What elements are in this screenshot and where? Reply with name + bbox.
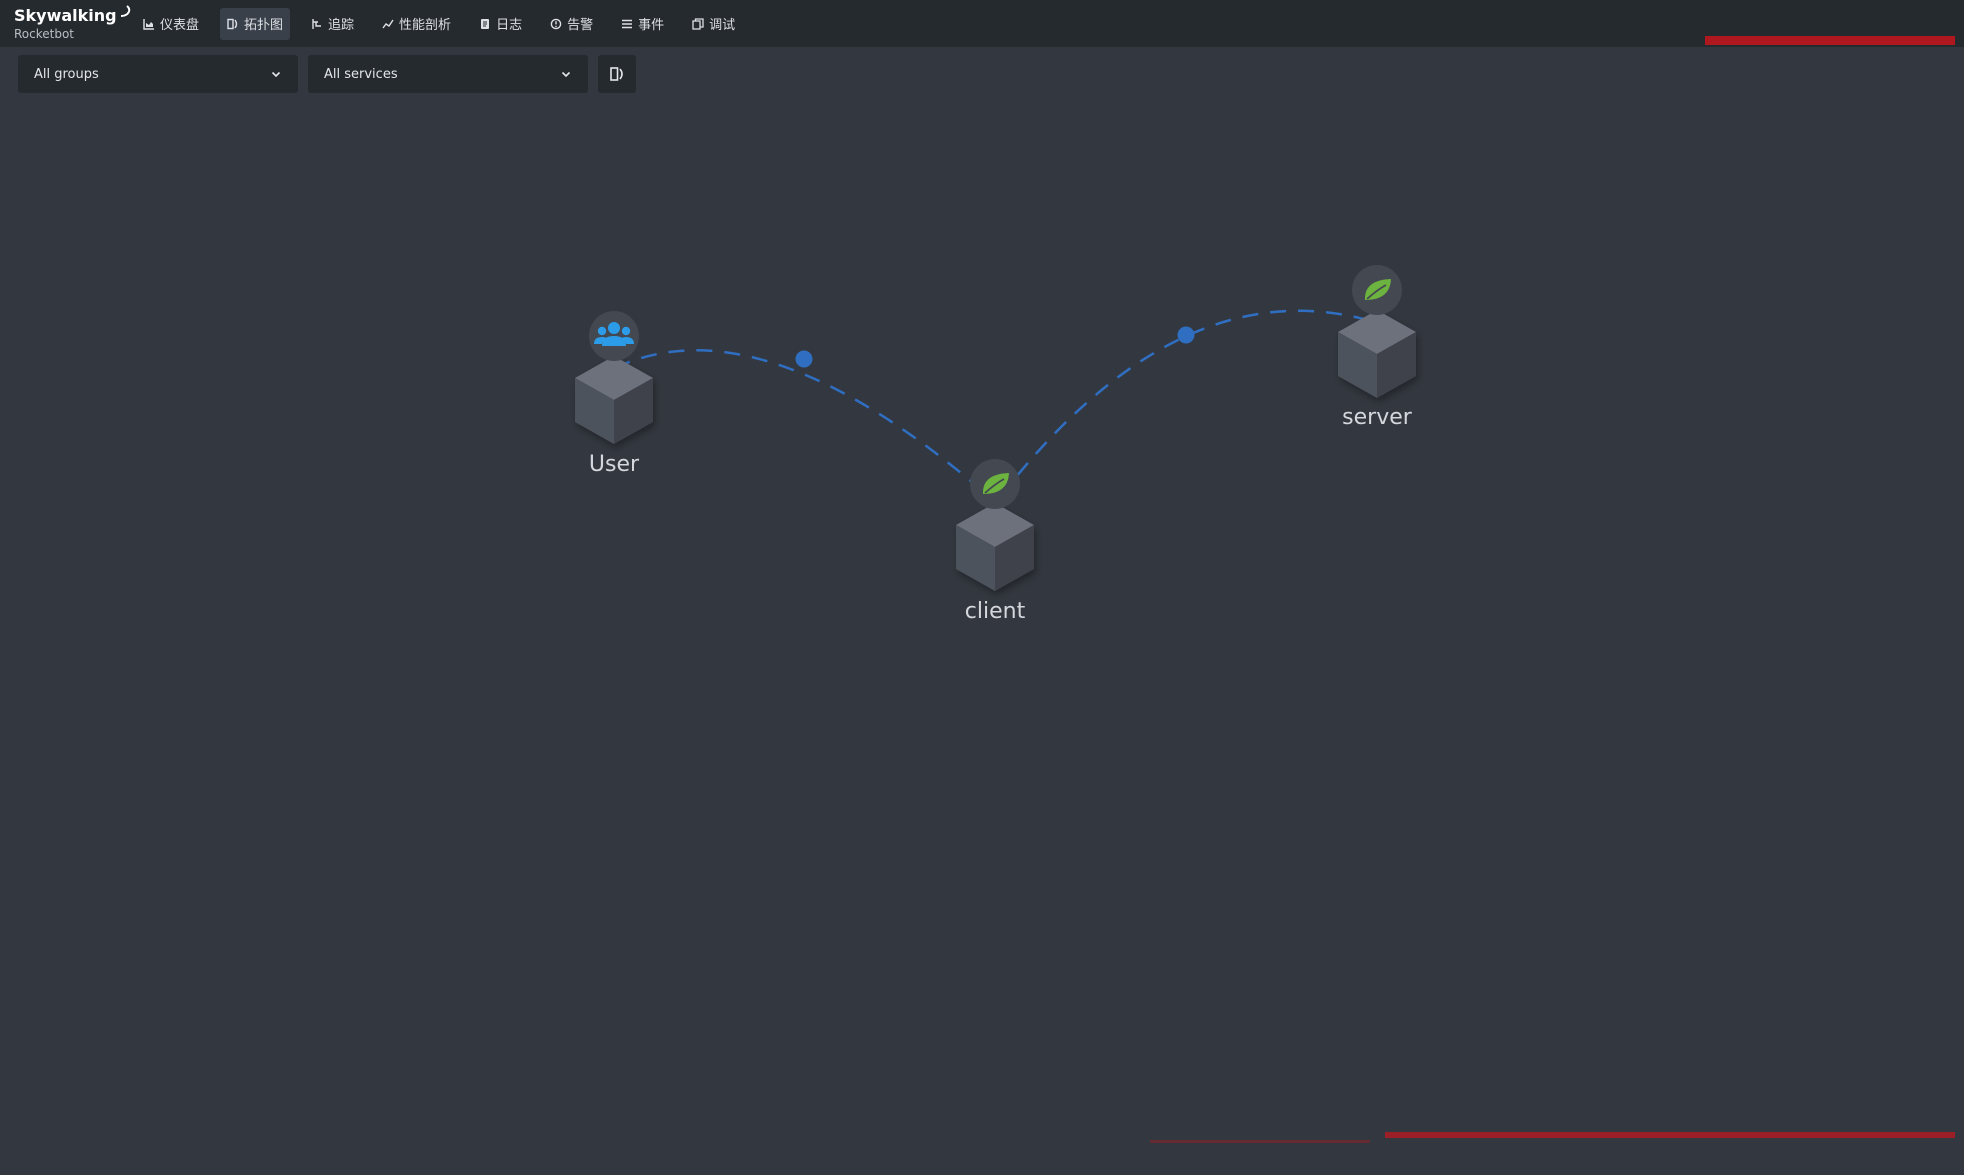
node-server[interactable] bbox=[1338, 310, 1416, 398]
watermark-bottom-2 bbox=[1150, 1140, 1370, 1143]
link-user-client-marker[interactable] bbox=[795, 350, 813, 368]
link-client-server-marker[interactable] bbox=[1177, 326, 1195, 344]
node-client-label: client bbox=[965, 599, 1026, 624]
topology-canvas[interactable]: User client server bbox=[0, 0, 1964, 1175]
node-client[interactable] bbox=[956, 503, 1034, 591]
node-server-label: server bbox=[1342, 405, 1413, 430]
node-user[interactable] bbox=[575, 356, 653, 444]
watermark-bottom bbox=[1385, 1132, 1955, 1138]
link-user-client[interactable] bbox=[614, 349, 986, 494]
node-user-label: User bbox=[589, 452, 640, 477]
